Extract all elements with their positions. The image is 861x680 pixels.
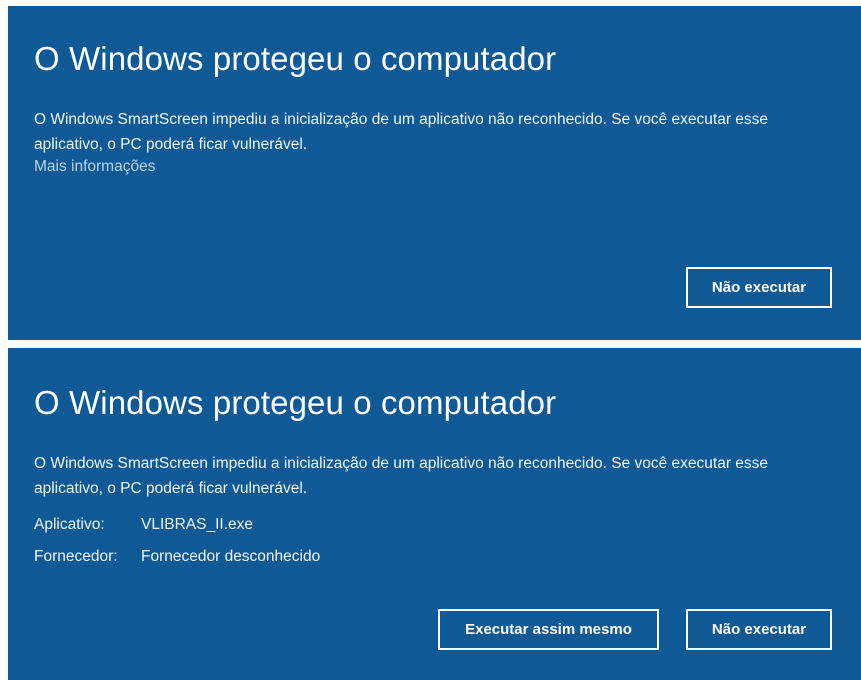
dialog-title: O Windows protegeu o computador xyxy=(34,384,557,421)
app-label: Aplicativo: xyxy=(34,516,105,533)
more-info-link[interactable]: Mais informações xyxy=(34,158,155,176)
dont-run-button[interactable]: Não executar xyxy=(686,267,832,308)
dont-run-button[interactable]: Não executar xyxy=(686,609,832,650)
smartscreen-dialog-expanded: O Windows protegeu o computador O Window… xyxy=(8,348,861,680)
run-anyway-button[interactable]: Executar assim mesmo xyxy=(438,609,659,650)
dialog-title: O Windows protegeu o computador xyxy=(34,40,557,77)
publisher-detail-row: Fornecedor: Fornecedor desconhecido xyxy=(34,548,320,566)
publisher-label: Fornecedor: xyxy=(34,548,118,565)
app-value: VLIBRAS_II.exe xyxy=(141,516,254,533)
publisher-value: Fornecedor desconhecido xyxy=(141,548,321,565)
dialog-message: O Windows SmartScreen impediu a iniciali… xyxy=(34,111,769,153)
app-detail-row: Aplicativo: VLIBRAS_II.exe xyxy=(34,516,253,534)
smartscreen-dialog-collapsed: O Windows protegeu o computador O Window… xyxy=(8,6,861,340)
dialog-message: O Windows SmartScreen impediu a iniciali… xyxy=(34,455,769,497)
